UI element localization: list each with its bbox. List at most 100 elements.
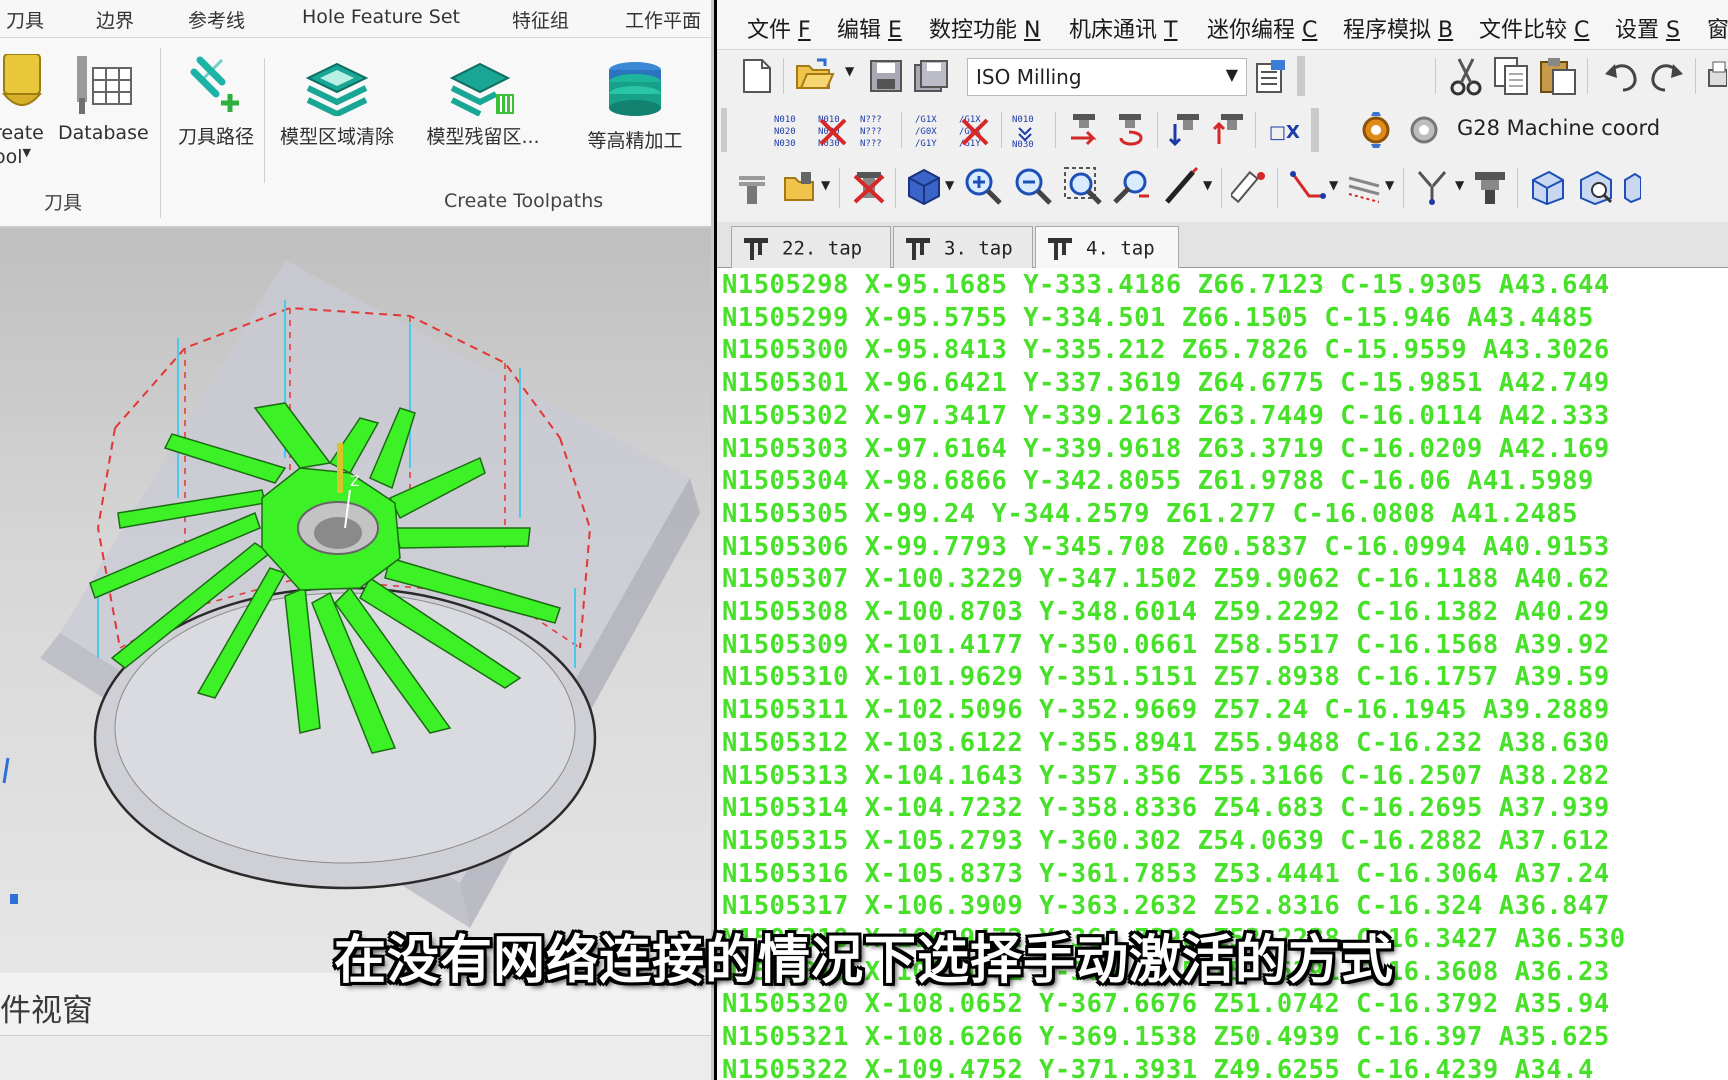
gear-colored-icon[interactable] [1357, 110, 1395, 150]
path-segment-icon[interactable] [1289, 168, 1327, 206]
cut-scissors-icon[interactable] [1449, 56, 1483, 96]
code-line: N1505311 X-102.5096 Y-352.9669 Z57.24 C-… [722, 695, 1610, 726]
machine-settings-icon[interactable] [1253, 58, 1289, 94]
menu-window[interactable]: 窗 [1707, 12, 1728, 44]
renumber-n-icon[interactable]: N010 N020 N030 [773, 112, 805, 148]
toolpath-button[interactable]: 刀具路径 [170, 54, 262, 149]
3d-viewport[interactable]: Z [0, 228, 711, 973]
toolbar-grip[interactable] [1311, 108, 1319, 152]
tool-holder-grey-icon[interactable] [737, 170, 769, 206]
zoom-window-icon[interactable] [1063, 166, 1103, 206]
model-rest-button[interactable]: 模型残留区... [418, 60, 548, 149]
open-dropdown-caret-icon[interactable]: ▼ [845, 64, 854, 78]
svg-text:N010: N010 [774, 115, 796, 125]
g28-machine-coord-label[interactable]: G28 Machine coord [1457, 116, 1660, 140]
tool-loop-icon[interactable] [1115, 112, 1147, 148]
axis-x-icon[interactable]: □X [1267, 116, 1301, 144]
model-area-clearance-button[interactable]: 模型区域清除 [272, 60, 402, 149]
dropdown-caret-icon: ▼ [22, 146, 31, 159]
measure-icon[interactable] [1231, 168, 1269, 206]
svg-text:N010: N010 [1012, 115, 1034, 125]
file-tab-label: 3. tap [944, 237, 1013, 260]
ribbon-tab-boundary[interactable]: 边界 [96, 6, 134, 33]
svg-text:/G1X: /G1X [959, 115, 981, 125]
gcode-format-icon[interactable]: /G1X/G0X/G1Y [913, 112, 949, 148]
stock-block-icon[interactable] [1529, 168, 1567, 206]
path-offset-icon[interactable] [1345, 168, 1383, 206]
draw-line-icon[interactable] [1163, 166, 1201, 206]
remove-n-icon[interactable]: N010N020N030 [817, 112, 849, 148]
svg-text:N030: N030 [774, 139, 796, 148]
gear-grey-icon[interactable] [1405, 110, 1443, 150]
create-tool-label-2: ool [0, 146, 23, 168]
menu-file[interactable]: 文件 F [747, 12, 811, 44]
file-tab-3[interactable]: 3. tap [893, 226, 1033, 268]
query-n-icon[interactable]: N??? N??? N??? [859, 112, 893, 148]
dropdown-caret-icon[interactable]: ▼ [1329, 178, 1338, 192]
undo-icon[interactable] [1603, 60, 1639, 92]
solid-cube-icon[interactable] [907, 168, 941, 206]
tool-move-up-icon[interactable] [1213, 112, 1245, 148]
menu-file-compare[interactable]: 文件比较 C [1479, 12, 1589, 44]
tool-move-down-icon[interactable] [1169, 112, 1201, 148]
zoom-in-icon[interactable] [963, 166, 1003, 206]
menu-machine-comm[interactable]: 机床通讯 T [1069, 12, 1177, 44]
gcode-remove-icon[interactable]: /G1X/G0X/G1Y [957, 112, 993, 148]
dropdown-caret-icon[interactable]: ▼ [1203, 178, 1212, 192]
create-tool-button[interactable]: reate ool▼ [0, 54, 50, 168]
svg-text:/G1X: /G1X [915, 115, 937, 125]
toolbar-separator [1001, 112, 1002, 148]
tool-database-button[interactable]: Database [58, 54, 149, 144]
zoom-out-icon[interactable] [1013, 166, 1053, 206]
tool-arrow-right-icon[interactable] [1069, 112, 1101, 148]
ribbon-tab-feature-group[interactable]: 特征组 [512, 6, 569, 33]
dropdown-caret-icon[interactable]: ▼ [945, 178, 954, 192]
redo-icon[interactable] [1649, 60, 1685, 92]
ribbon-tab-tool[interactable]: 刀具 [6, 6, 44, 33]
copy-icon[interactable] [1493, 56, 1529, 96]
print-icon[interactable] [1707, 60, 1727, 92]
menu-edit[interactable]: 编辑 E [837, 12, 902, 44]
open-folder-icon[interactable] [795, 58, 835, 92]
code-line: N1505306 X-99.7793 Y-345.708 Z60.5837 C-… [722, 531, 1610, 562]
toolbar-standard: ▼ ISO Milling ▼ [717, 50, 1728, 102]
tap-file-icon [906, 238, 930, 260]
menu-mini-programming[interactable]: 迷你编程 C [1207, 12, 1317, 44]
dropdown-caret-icon[interactable]: ▼ [821, 178, 830, 192]
menu-settings[interactable]: 设置 S [1615, 12, 1680, 44]
database-label: Database [58, 122, 149, 144]
svg-text:N???: N??? [860, 139, 882, 148]
tool-group-label: 刀具 [44, 192, 83, 214]
machine-type-select[interactable]: ISO Milling ▼ [967, 58, 1247, 96]
ribbon-tab-workplane[interactable]: 工作平面 [625, 6, 701, 33]
code-line: N1505313 X-104.1643 Y-357.356 Z55.3166 C… [722, 760, 1610, 791]
stacked-cylinder-icon [609, 62, 661, 116]
toolbar-grip[interactable] [721, 108, 727, 152]
dropdown-caret-icon[interactable]: ▼ [1385, 178, 1394, 192]
dropdown-caret-icon[interactable]: ▼ [1455, 178, 1464, 192]
file-tab-22[interactable]: 22. tap [731, 226, 891, 268]
ribbon-tab-hole-feature-set[interactable]: Hole Feature Set [302, 6, 460, 28]
file-tab-4[interactable]: 4. tap [1035, 226, 1179, 268]
save-icon[interactable] [869, 59, 903, 93]
stock-zoom-icon[interactable] [1577, 168, 1615, 206]
insert-n-icon[interactable]: N010 N030 [1011, 112, 1045, 148]
tree-tool-icon[interactable] [1415, 168, 1451, 206]
toolbar-simulation: ▼ ▼ ▼ ▼ ▼ ▼ [717, 158, 1728, 220]
paste-icon[interactable] [1539, 56, 1577, 96]
code-line: N1505302 X-97.3417 Y-339.2163 Z63.7449 C… [722, 400, 1610, 431]
toolbar-separator [895, 168, 896, 208]
menu-program-simulation[interactable]: 程序模拟 B [1343, 12, 1453, 44]
code-line: N1505298 X-95.1685 Y-333.4186 Z66.7123 C… [722, 270, 1610, 300]
ribbon-tab-pattern[interactable]: 参考线 [188, 6, 245, 33]
folder-tool-icon[interactable] [783, 170, 817, 204]
toolbar-grip[interactable] [1297, 56, 1305, 96]
stock-copy-icon[interactable] [1621, 168, 1641, 206]
delete-tool-icon[interactable] [851, 168, 887, 206]
menu-nc-functions[interactable]: 数控功能 N [929, 12, 1040, 44]
new-file-icon[interactable] [741, 58, 773, 94]
zoom-fit-icon[interactable] [1113, 166, 1153, 206]
constant-z-finishing-button[interactable]: 等高精加工 [570, 60, 700, 153]
tool-assembly-icon[interactable] [1473, 168, 1507, 206]
save-all-icon[interactable] [913, 59, 949, 93]
